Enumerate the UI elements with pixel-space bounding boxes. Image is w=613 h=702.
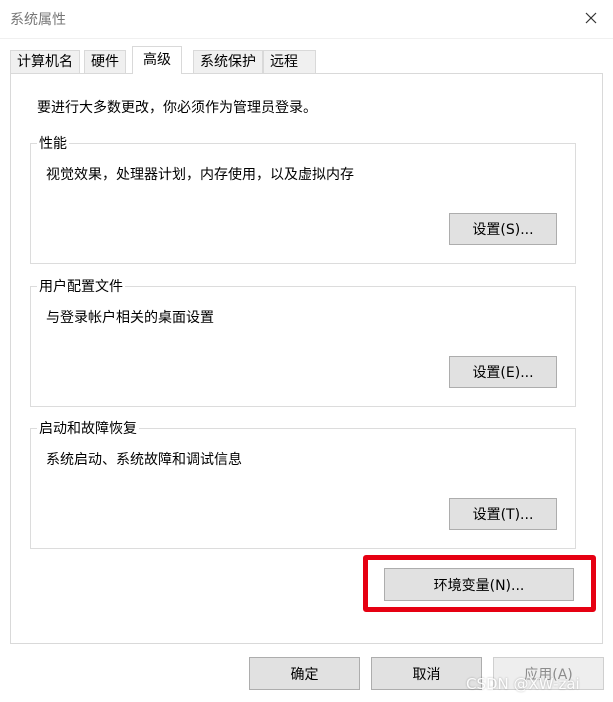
- user-profiles-group-title: 用户配置文件: [37, 276, 125, 296]
- tab-hardware[interactable]: 硬件: [84, 50, 126, 74]
- tab-advanced[interactable]: 高级: [132, 46, 182, 74]
- admin-info-text: 要进行大多数更改，你必须作为管理员登录。: [37, 100, 317, 116]
- close-icon: [585, 12, 597, 24]
- startup-recovery-settings-button[interactable]: 设置(T)...: [449, 498, 557, 530]
- environment-variables-button[interactable]: 环境变量(N)...: [384, 568, 574, 601]
- performance-description: 视觉效果，处理器计划，内存使用，以及虚拟内存: [46, 167, 354, 183]
- user-profiles-description: 与登录帐户相关的桌面设置: [46, 310, 214, 326]
- tab-system-protection[interactable]: 系统保护: [193, 50, 263, 74]
- startup-recovery-group: [30, 428, 576, 549]
- startup-recovery-group-title: 启动和故障恢复: [37, 418, 139, 438]
- performance-settings-button[interactable]: 设置(S)...: [449, 213, 557, 245]
- startup-recovery-description: 系统启动、系统故障和调试信息: [46, 452, 242, 468]
- window-title: 系统属性: [10, 12, 66, 28]
- performance-group: [30, 143, 576, 264]
- ok-button[interactable]: 确定: [249, 657, 360, 690]
- performance-group-title: 性能: [37, 133, 69, 153]
- watermark: CSDN @XW-zai: [466, 675, 580, 693]
- user-profiles-group: [30, 286, 576, 407]
- tab-computer-name[interactable]: 计算机名: [10, 50, 80, 74]
- tab-remote[interactable]: 远程: [263, 50, 316, 74]
- user-profiles-settings-button[interactable]: 设置(E)...: [449, 356, 557, 388]
- close-button[interactable]: [576, 4, 606, 32]
- titlebar-divider: [0, 38, 613, 39]
